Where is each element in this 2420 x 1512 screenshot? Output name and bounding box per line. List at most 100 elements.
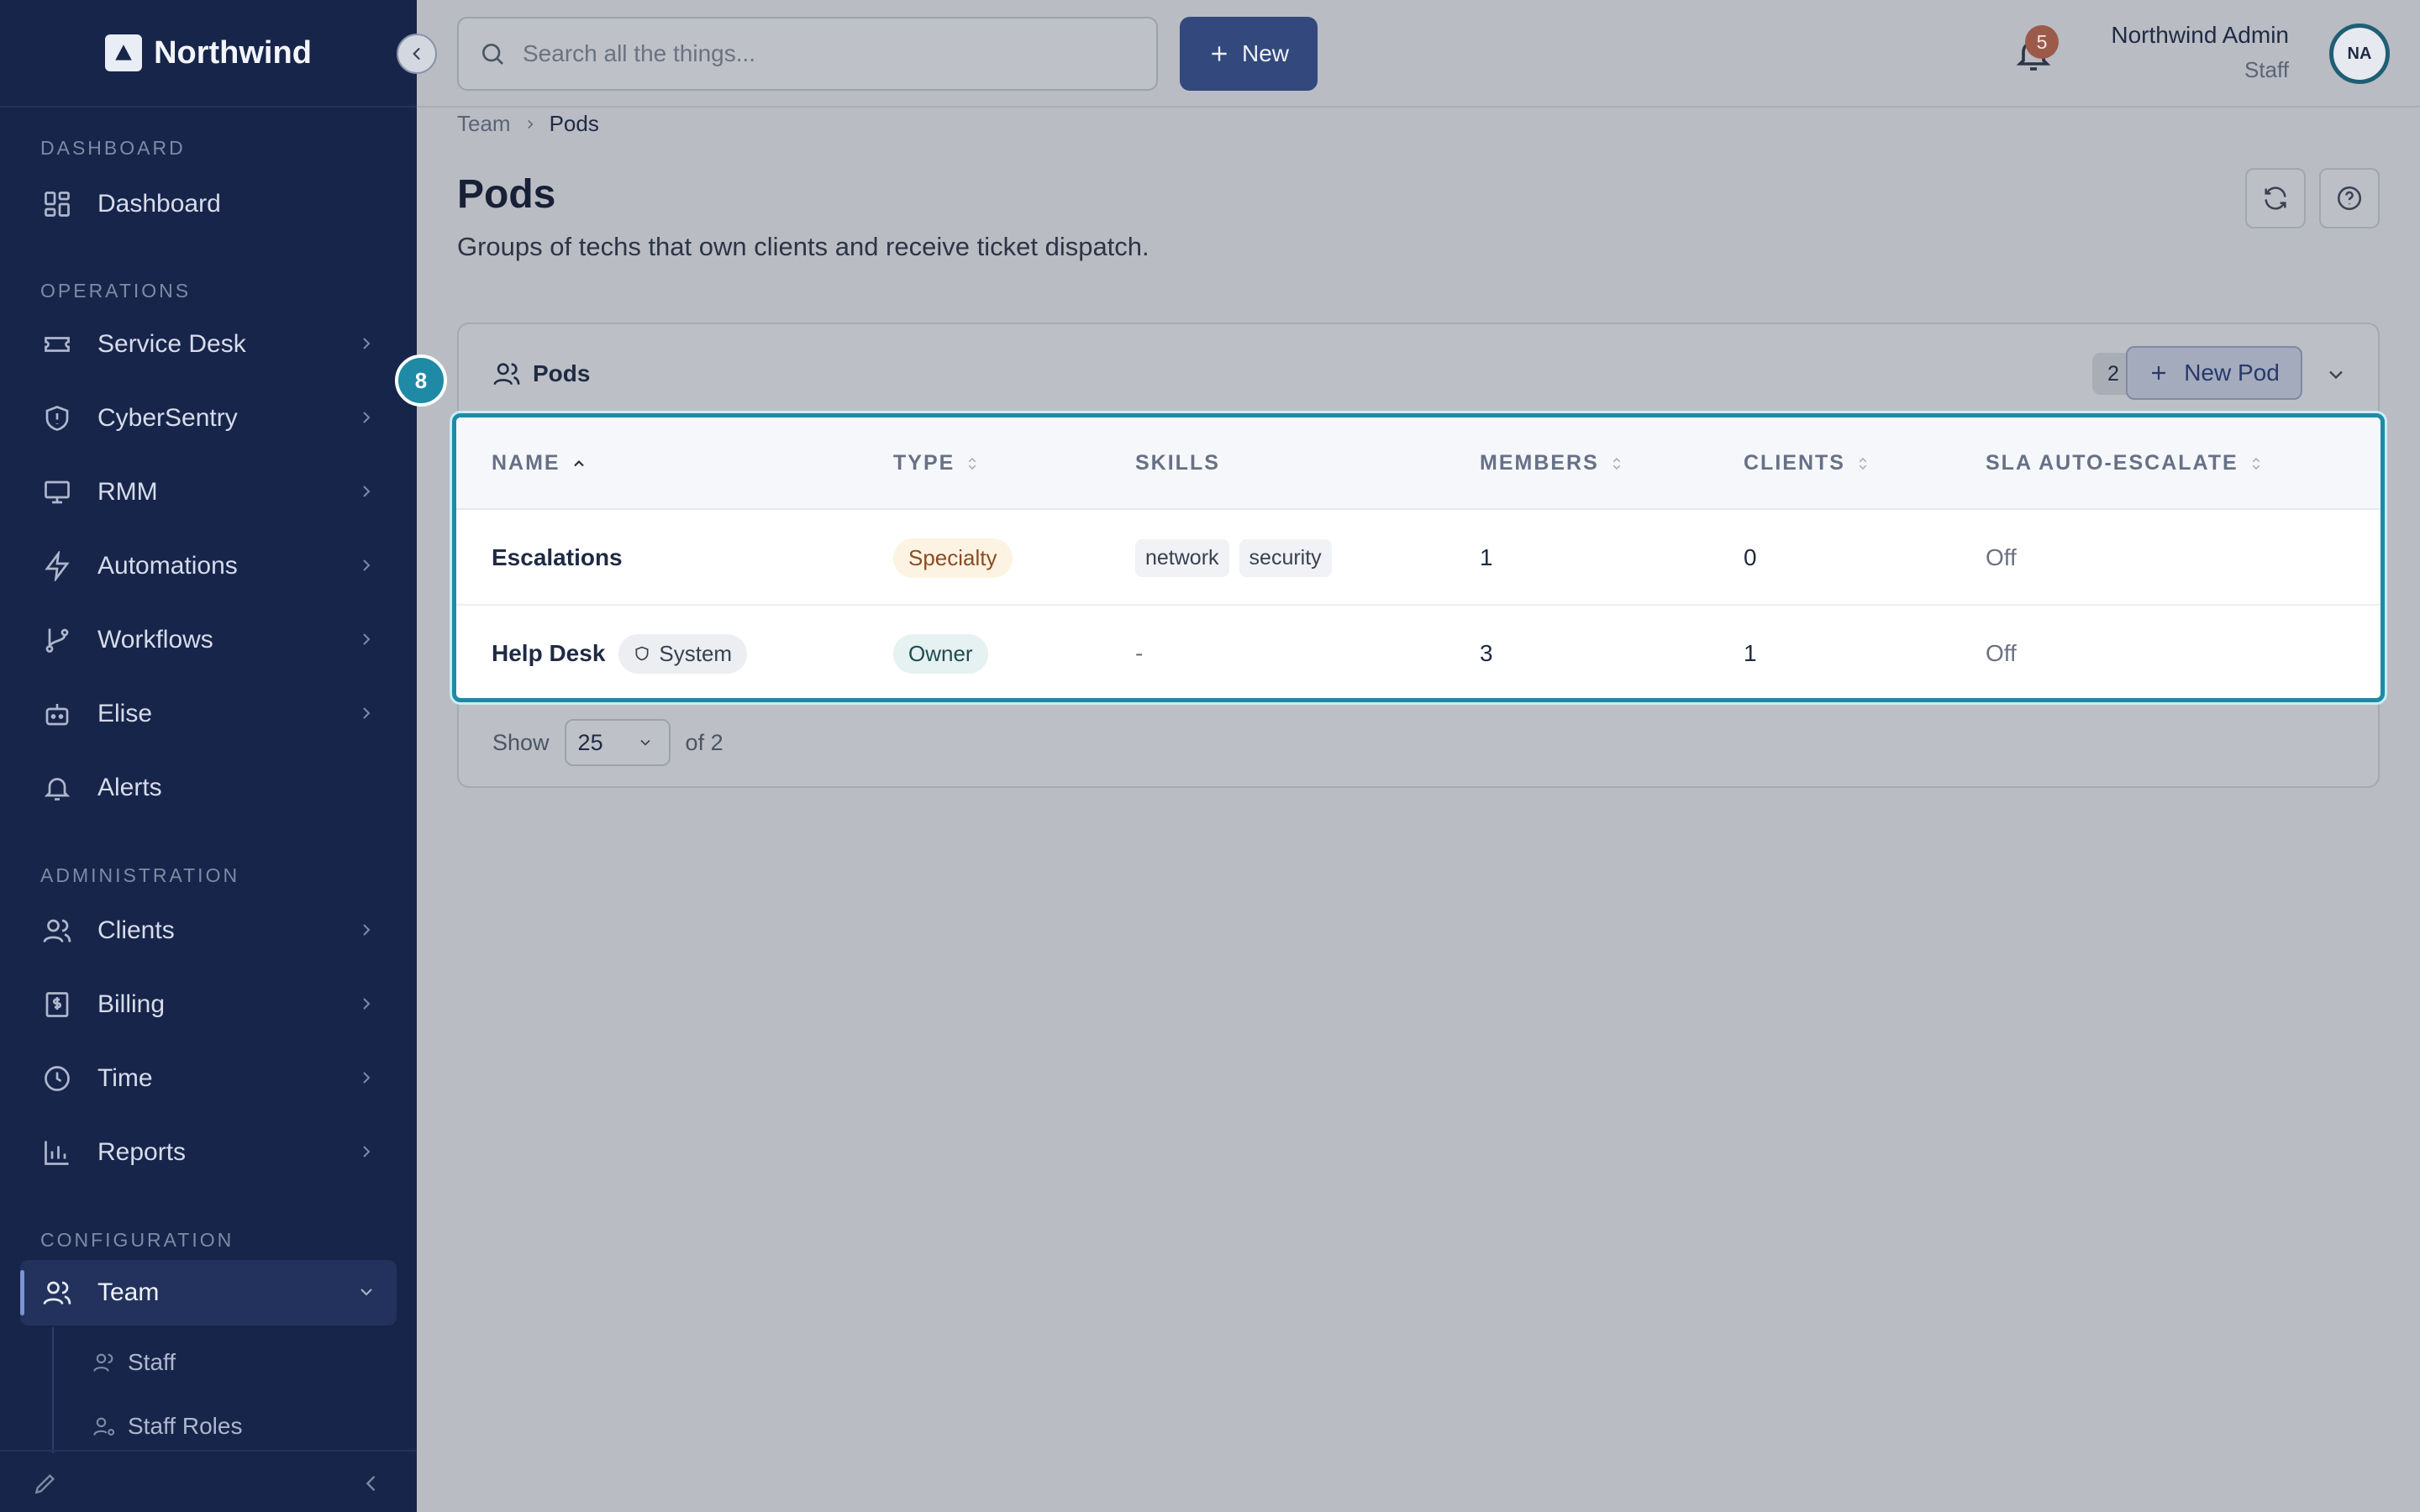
pod-members: 1 <box>1480 544 1493 570</box>
pod-type-cell: Specialty <box>893 510 1013 606</box>
chevron-down-icon <box>639 739 650 746</box>
users-icon <box>493 363 520 386</box>
column-header-sla-auto-escalate[interactable]: SLA AUTO-ESCALATE <box>1986 451 2264 475</box>
column-header-clients[interactable]: CLIENTS <box>1744 451 1870 475</box>
section-dashboard: DASHBOARD <box>40 136 186 159</box>
table-row[interactable]: Escalations Specialty network security 1… <box>456 510 2381 606</box>
plus-icon <box>2152 366 2166 380</box>
sort-icon <box>1859 457 1867 470</box>
step-marker: 8 <box>395 354 447 407</box>
column-header-label: TYPE <box>893 451 955 475</box>
sidebar-item-workflows[interactable]: Workflows <box>20 607 397 673</box>
chevron-right-icon <box>363 998 371 1010</box>
column-header-name[interactable]: NAME <box>492 451 587 475</box>
pencil-icon[interactable] <box>32 1470 59 1497</box>
table-header: NAME TYPE SKILLS MEMBERS CLIENTS SLA AUT… <box>456 417 2381 510</box>
refresh-button[interactable] <box>2245 168 2306 228</box>
pod-skills-cell: network security <box>1135 510 1342 606</box>
chevron-right-icon <box>527 119 533 129</box>
pod-skills-empty: - <box>1135 640 1144 666</box>
new-pod-button[interactable]: New Pod <box>2126 346 2302 400</box>
sidebar-item-elise[interactable]: Elise <box>20 681 397 747</box>
search-box[interactable] <box>457 17 1158 91</box>
section-administration: ADMINISTRATION <box>40 864 240 886</box>
help-button[interactable] <box>2319 168 2380 228</box>
section-operations: OPERATIONS <box>40 279 192 302</box>
sidebar-subitem-label: Staff Roles <box>128 1413 243 1439</box>
chevron-right-icon <box>363 707 371 719</box>
shield-alert-icon <box>40 402 74 435</box>
chevron-right-icon <box>363 1146 371 1158</box>
sidebar-item-time[interactable]: Time <box>20 1046 397 1111</box>
section-configuration: CONFIGURATION <box>40 1228 234 1251</box>
chevron-left-icon <box>413 48 420 60</box>
sidebar-item-cybersentry[interactable]: CyberSentry <box>20 386 397 451</box>
column-header-members[interactable]: MEMBERS <box>1480 451 1624 475</box>
sidebar-item-rmm[interactable]: RMM <box>20 459 397 525</box>
search-input[interactable] <box>523 40 1111 67</box>
column-header-label: SLA AUTO-ESCALATE <box>1986 451 2238 475</box>
page-size-select[interactable]: 25 <box>564 719 671 766</box>
user-role: Staff <box>2244 57 2289 82</box>
sidebar: Northwind DASHBOARD Dashboard OPERATIONS… <box>0 0 437 1512</box>
users-icon <box>40 914 74 948</box>
brand: Northwind <box>0 0 437 108</box>
sidebar-footer <box>0 1450 417 1512</box>
column-header-label: NAME <box>492 451 560 475</box>
monitor-icon <box>40 475 74 509</box>
bell-icon <box>40 771 74 805</box>
submenu-guide-line <box>52 1327 54 1453</box>
refresh-icon <box>2265 186 2286 210</box>
sidebar-item-dashboard[interactable]: Dashboard <box>20 171 397 237</box>
shield-icon <box>635 646 649 661</box>
table-row[interactable]: Help Desk System Owner - 3 1 Off <box>456 606 2381 698</box>
sidebar-item-label: Clients <box>97 916 175 944</box>
notification-count-badge: 5 <box>2025 25 2059 59</box>
sidebar-item-billing[interactable]: Billing <box>20 972 397 1037</box>
pod-sla-auto-escalate: Off <box>1986 640 2017 666</box>
sidebar-item-team[interactable]: Team <box>20 1260 397 1326</box>
ticket-icon <box>40 328 74 361</box>
breadcrumb-parent[interactable]: Team <box>457 111 511 137</box>
chevron-right-icon <box>363 412 371 423</box>
skill-tag: security <box>1239 538 1332 577</box>
sidebar-subitem-staff-roles[interactable]: Staff Roles <box>92 1413 242 1440</box>
sidebar-subitem-label: Staff <box>128 1349 176 1375</box>
user-cog-icon <box>93 1417 115 1436</box>
chevron-right-icon <box>363 924 371 936</box>
collapse-sidebar-button[interactable] <box>397 34 437 74</box>
chevron-right-icon <box>363 559 371 571</box>
sidebar-item-label: RMM <box>97 478 158 506</box>
receipt-icon <box>40 988 74 1021</box>
chevron-right-icon <box>363 1072 371 1084</box>
lightning-icon <box>40 549 74 583</box>
page-title: Pods <box>457 172 556 217</box>
pod-name[interactable]: Help Desk <box>492 640 605 667</box>
sidebar-item-automations[interactable]: Automations <box>20 533 397 599</box>
chevron-right-icon <box>363 633 371 645</box>
chevron-left-icon[interactable] <box>360 1472 383 1495</box>
pod-type-badge: Specialty <box>893 538 1013 578</box>
sidebar-item-label: Dashboard <box>97 190 221 218</box>
topbar: New 5 Northwind Admin Staff NA <box>417 0 2420 108</box>
new-button[interactable]: New <box>1180 17 1318 91</box>
search-icon <box>482 44 503 65</box>
pods-table: NAME TYPE SKILLS MEMBERS CLIENTS SLA AUT… <box>452 413 2385 702</box>
pod-clients: 0 <box>1744 544 1757 570</box>
avatar[interactable]: NA <box>2329 24 2390 84</box>
sidebar-item-clients[interactable]: Clients <box>20 898 397 963</box>
user-icon <box>93 1353 113 1372</box>
skill-tag: network <box>1135 538 1229 577</box>
sidebar-item-service-desk[interactable]: Service Desk <box>20 312 397 377</box>
sidebar-item-alerts[interactable]: Alerts <box>20 755 397 821</box>
chevron-right-icon <box>363 338 371 349</box>
sidebar-subitem-staff[interactable]: Staff <box>92 1349 176 1376</box>
help-circle-icon <box>2337 186 2362 211</box>
sidebar-item-reports[interactable]: Reports <box>20 1120 397 1185</box>
column-header-type[interactable]: TYPE <box>893 451 980 475</box>
pod-name[interactable]: Escalations <box>492 510 623 606</box>
pod-type-badge: Owner <box>893 633 988 674</box>
column-header-label: MEMBERS <box>1480 451 1599 475</box>
pagination-show-label: Show <box>492 729 550 755</box>
chevron-down-icon[interactable] <box>2324 363 2348 386</box>
